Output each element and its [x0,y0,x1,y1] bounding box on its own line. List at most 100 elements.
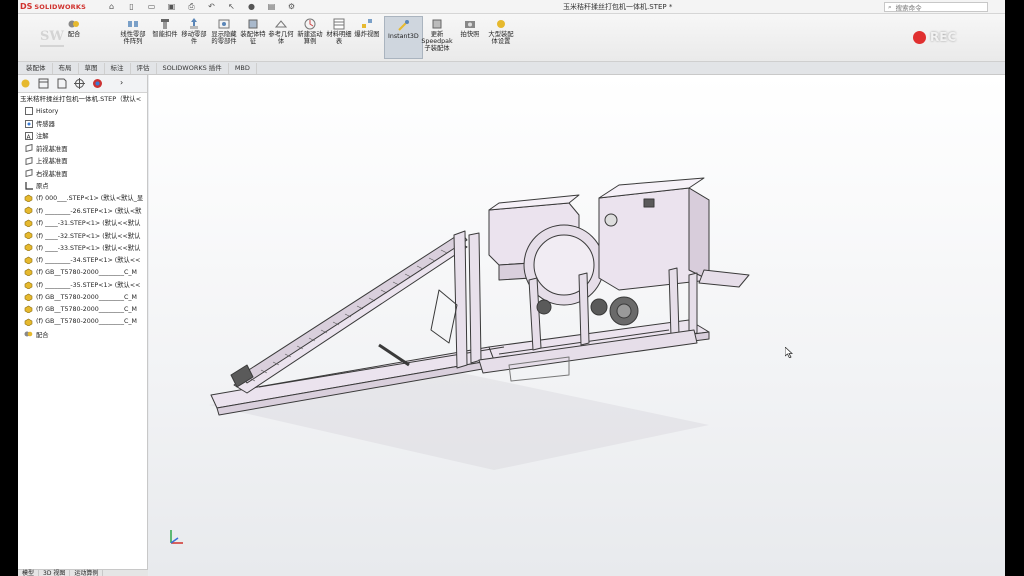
linear-pattern-icon [126,18,140,30]
plane-icon [24,144,33,153]
tree-item-component[interactable]: (f) ________-26.STEP<1> (默认<默 [18,204,147,216]
sensor-icon [24,119,33,128]
tab-markup[interactable]: 标注 [105,63,131,74]
assembly-features-icon [246,18,260,30]
update-speedpak-button[interactable]: 更新Speedpak子装配体 [421,18,453,52]
new-document-icon[interactable]: ▯ [126,2,137,12]
undo-icon[interactable]: ↶ [206,2,217,12]
part-icon [24,268,33,277]
tab-solidworks-addins[interactable]: SOLIDWORKS 插件 [157,63,229,74]
move-component-button[interactable]: 移动零部件 [181,18,207,45]
origin-icon [24,181,33,190]
feature-tree: History 传感器 A 注解 前视基准面 上视基准面 右视基准面 原点 (f… [18,105,147,340]
exploded-view-icon [360,18,374,30]
tree-item-origin[interactable]: 原点 [18,179,147,191]
configuration-manager-tab-icon[interactable] [56,78,67,89]
take-snapshot-button[interactable]: 拍快照 [458,18,482,38]
tab-evaluate[interactable]: 评估 [131,63,157,74]
part-icon [24,293,33,302]
show-hidden-icon [217,18,231,30]
camera-icon [463,18,477,30]
select-pointer-icon[interactable]: ↖ [226,2,237,12]
tab-mbd[interactable]: MBD [229,63,257,74]
tree-item-annotations[interactable]: A 注解 [18,130,147,142]
show-hidden-components-button[interactable]: 显示隐藏的零部件 [210,18,238,45]
tree-item-component[interactable]: (f) GB__T5780-2000________C_M [18,266,147,278]
part-icon [24,243,33,252]
plane-icon [24,156,33,165]
tree-item-top-plane[interactable]: 上视基准面 [18,155,147,167]
move-component-icon [187,18,201,30]
tree-item-component[interactable]: (f) 000___.STEP<1> (默认<默认_显 [18,192,147,204]
bottom-tabs: 模型 3D 视图 运动算例 [18,569,148,576]
tab-sketch[interactable]: 草图 [79,63,105,74]
tab-3d-views[interactable]: 3D 视图 [39,570,71,576]
large-assembly-settings-button[interactable]: 大型装配体设置 [486,18,516,45]
print-icon[interactable]: ⎙ [186,2,197,12]
command-manager-tabs: 装配体 布局 草图 标注 评估 SOLIDWORKS 插件 MBD [18,62,1005,75]
options-gear-icon[interactable]: ⚙ [286,2,297,12]
bill-of-materials-button[interactable]: 材料明细表 [326,18,352,45]
solidworks-watermark-icon: SW [38,24,66,52]
tree-item-component[interactable]: (f) GB__T5780-2000________C_M [18,303,147,315]
mate-icon [67,18,81,30]
linear-pattern-button[interactable]: 线性零部件阵列 [118,18,148,45]
motion-study-icon [303,18,317,30]
display-manager-tab-icon[interactable] [92,78,103,89]
smart-fasteners-button[interactable]: 智能扣件 [152,18,178,38]
part-icon [24,194,33,202]
tree-item-component[interactable]: (f) ________-35.STEP<1> (默认<< [18,278,147,290]
tab-layout[interactable]: 布局 [53,63,79,74]
feature-manager-tabs: › [18,75,147,93]
tree-item-history[interactable]: History [18,105,147,117]
coordinate-triad-icon [167,527,187,549]
tree-item-front-plane[interactable]: 前视基准面 [18,142,147,154]
home-icon[interactable]: ⌂ [106,2,117,12]
exploded-view-button[interactable]: 爆炸视图 [354,18,380,38]
mate-button[interactable]: 配合 [67,18,81,38]
quick-access-toolbar: ⌂ ▯ ▭ ▣ ⎙ ↶ ↖ ● ▤ ⚙ [106,2,297,12]
tree-item-right-plane[interactable]: 右视基准面 [18,167,147,179]
history-icon [24,107,33,116]
bom-table-icon [332,18,346,30]
assembly-features-button[interactable]: 装配体特征 [240,18,266,45]
reference-geometry-button[interactable]: 参考几何体 [268,18,294,45]
tab-motion-study[interactable]: 运动算例 [70,570,104,576]
file-properties-icon[interactable]: ▤ [266,2,277,12]
assembly-model[interactable] [149,75,1005,576]
open-folder-icon[interactable]: ▭ [146,2,157,12]
tree-item-component[interactable]: (f) ____-31.STEP<1> (默认<<默认 [18,217,147,229]
tree-item-component[interactable]: (f) ____-33.STEP<1> (默认<<默认 [18,241,147,253]
rebuild-icon[interactable]: ● [246,2,257,12]
recording-indicator: REC [913,30,956,44]
search-placeholder: 搜索命令 [895,4,922,12]
search-commands-field[interactable]: ⌕ 搜索命令 [884,2,988,12]
tree-item-component[interactable]: (f) GB__T5780-2000________C_M [18,316,147,328]
property-manager-tab-icon[interactable] [38,78,49,89]
tab-assembly[interactable]: 装配体 [20,63,53,74]
new-motion-study-button[interactable]: 新建运动算例 [296,18,324,45]
feature-manager-panel: › 玉米秸秆揉丝打包机一体机.STEP（默认< History 传感器 A 注解… [18,75,148,576]
app-logo: DS SOLIDWORKS [18,2,88,11]
tree-item-sensors[interactable]: 传感器 [18,117,147,129]
instant3d-button[interactable]: Instant3D [384,16,423,59]
conveyor-support-post [453,230,468,369]
mates-icon [24,330,33,338]
tree-item-mates[interactable]: 配合 [18,328,147,340]
tree-item-component[interactable]: (f) GB__T5780-2000________C_M [18,291,147,303]
assembly-root-node[interactable]: 玉米秸秆揉丝打包机一体机.STEP（默认< [18,93,147,105]
part-icon [24,318,33,326]
speedpak-icon [430,18,444,30]
dimxpert-tab-icon[interactable] [74,78,85,89]
chevron-right-icon[interactable]: › [120,78,131,89]
save-icon[interactable]: ▣ [166,2,177,12]
title-bar: DS SOLIDWORKS ⌂ ▯ ▭ ▣ ⎙ ↶ ↖ ● ▤ ⚙ 玉米秸秆揉丝… [18,0,1005,14]
tree-item-component[interactable]: (f) ____-32.STEP<1> (默认<<默认 [18,229,147,241]
graphics-area[interactable] [149,75,1005,576]
feature-manager-tab-icon[interactable] [20,78,31,89]
part-icon [24,256,33,264]
part-icon [24,219,33,227]
tree-item-component[interactable]: (f) ________-34.STEP<1> (默认<< [18,254,147,266]
tab-model[interactable]: 模型 [18,570,40,576]
annotation-icon: A [24,131,33,140]
